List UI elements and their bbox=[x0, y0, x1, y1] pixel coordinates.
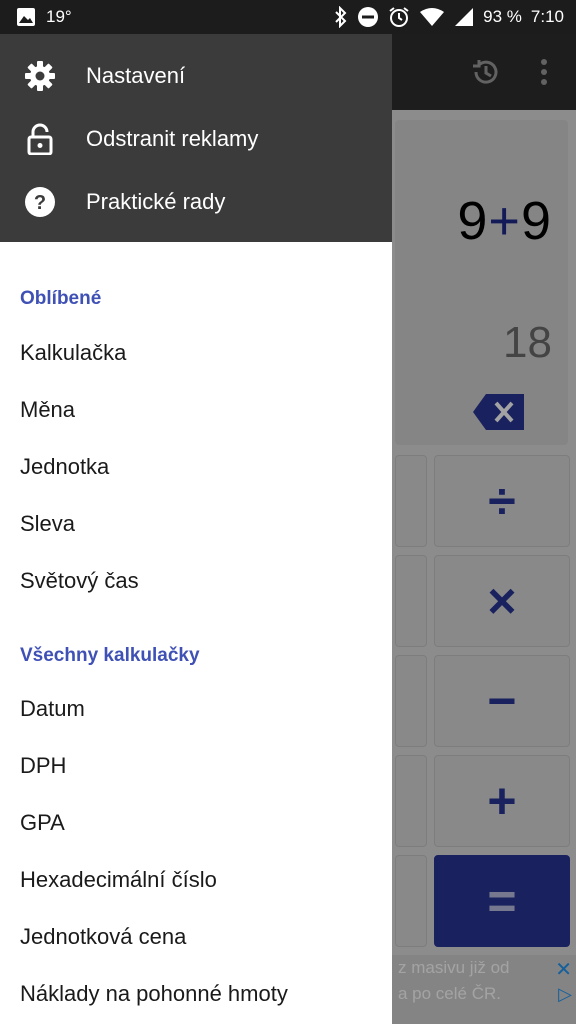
drawer-item-tips[interactable]: ? Praktické rady bbox=[0, 171, 392, 233]
screen: 19° 93 % 7:10 9+9 18 ÷ × − + = z masivu … bbox=[0, 0, 576, 1024]
drawer-item-label: Praktické rady bbox=[86, 189, 226, 214]
drawer-item-settings[interactable]: Nastavení bbox=[0, 45, 392, 107]
section-title-all-calculators: Všechny kalkulačky bbox=[20, 645, 200, 666]
gear-icon bbox=[24, 60, 56, 92]
drawer-scrim[interactable] bbox=[392, 34, 576, 1024]
section-title-favorites: Oblíbené bbox=[20, 288, 102, 309]
image-icon bbox=[16, 7, 36, 27]
unlock-icon bbox=[24, 123, 56, 155]
temperature-text: 19° bbox=[46, 7, 72, 26]
help-icon: ? bbox=[24, 186, 56, 218]
menu-item-gpa[interactable]: GPA bbox=[0, 797, 392, 849]
drawer-item-label: Odstranit reklamy bbox=[86, 126, 259, 151]
menu-item-unit-price[interactable]: Jednotková cena bbox=[0, 911, 392, 963]
menu-item-currency[interactable]: Měna bbox=[0, 384, 392, 436]
menu-item-hexadecimal[interactable]: Hexadecimální číslo bbox=[0, 854, 392, 906]
drawer-header: Nastavení Odstranit reklamy ? Praktické … bbox=[0, 34, 392, 242]
status-bar: 19° 93 % 7:10 bbox=[0, 0, 576, 34]
menu-item-fuel-cost[interactable]: Náklady na pohonné hmoty bbox=[0, 968, 392, 1020]
battery-text: 93 % bbox=[483, 7, 522, 26]
menu-item-unit[interactable]: Jednotka bbox=[0, 441, 392, 493]
wifi-icon bbox=[419, 7, 445, 27]
do-not-disturb-icon bbox=[357, 6, 379, 28]
menu-item-vat[interactable]: DPH bbox=[0, 740, 392, 792]
menu-item-discount[interactable]: Sleva bbox=[0, 498, 392, 550]
menu-item-calculator[interactable]: Kalkulačka bbox=[0, 327, 392, 379]
alarm-icon bbox=[388, 6, 410, 28]
menu-item-world-time[interactable]: Světový čas bbox=[0, 555, 392, 607]
drawer-item-label: Nastavení bbox=[86, 63, 186, 88]
bluetooth-icon bbox=[334, 6, 348, 28]
menu-item-date[interactable]: Datum bbox=[0, 683, 392, 735]
signal-icon bbox=[454, 7, 474, 27]
drawer-item-remove-ads[interactable]: Odstranit reklamy bbox=[0, 108, 392, 170]
svg-text:?: ? bbox=[34, 192, 46, 214]
navigation-drawer: Nastavení Odstranit reklamy ? Praktické … bbox=[0, 34, 392, 1024]
clock-text: 7:10 bbox=[530, 7, 564, 26]
